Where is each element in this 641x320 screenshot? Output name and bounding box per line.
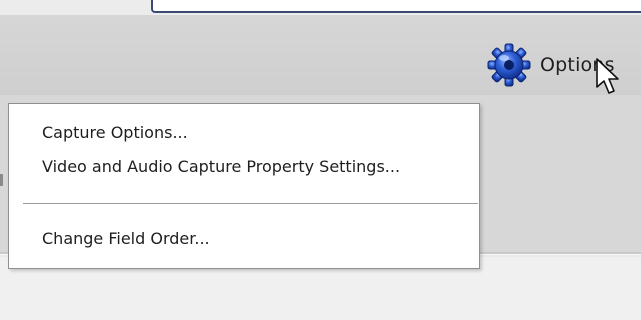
panel-frame xyxy=(151,0,641,13)
gear-icon xyxy=(487,43,531,87)
menu-item-change-field-order[interactable]: Change Field Order... xyxy=(10,222,478,256)
options-dropdown-menu: Capture Options... Video and Audio Captu… xyxy=(8,103,480,269)
menu-item-capture-property-settings[interactable]: Video and Audio Capture Property Setting… xyxy=(10,150,478,184)
mouse-cursor-icon xyxy=(596,58,619,94)
menu-divider xyxy=(23,203,478,205)
menu-item-capture-options[interactable]: Capture Options... xyxy=(10,116,478,150)
edge-mark xyxy=(0,174,3,186)
